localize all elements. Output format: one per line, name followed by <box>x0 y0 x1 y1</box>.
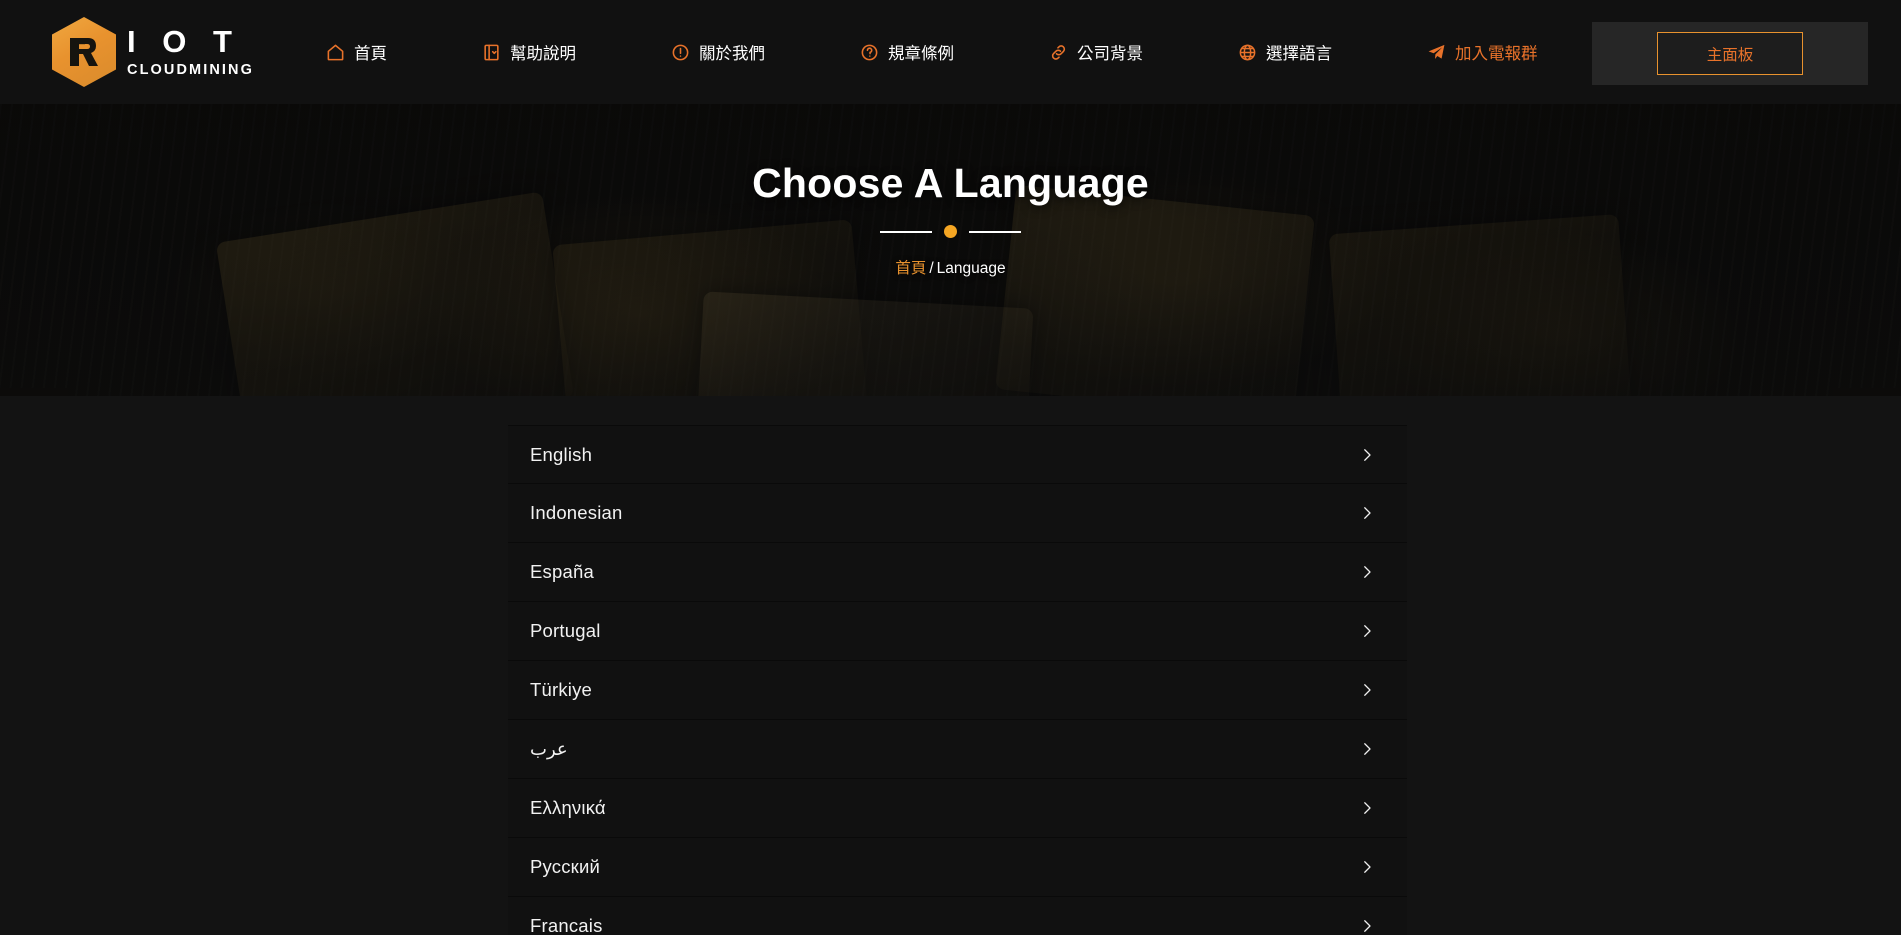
language-list-item[interactable]: Türkiye <box>508 661 1407 720</box>
chevron-right-icon <box>1358 446 1376 464</box>
breadcrumb-current: Language <box>937 260 1006 277</box>
brand-tagline: CLOUDMINING <box>127 63 254 78</box>
language-list-item[interactable]: Ελληνικά <box>508 779 1407 838</box>
brand-logo-link[interactable]: I O T CLOUDMINING <box>52 0 254 104</box>
chevron-right-icon <box>1358 799 1376 817</box>
main-content: English Indonesian España Portugal Türkiye عر… <box>0 396 1901 935</box>
breadcrumb: 首頁/Language <box>895 256 1005 278</box>
chevron-right-icon <box>1358 504 1376 522</box>
chevron-right-icon <box>1358 917 1376 935</box>
hero-banner: Choose A Language 首頁/Language <box>0 104 1901 396</box>
nav-item-rules[interactable]: 規章條例 <box>850 40 964 64</box>
language-name: Portugal <box>530 620 601 642</box>
chevron-right-icon <box>1358 681 1376 699</box>
globe-icon <box>1238 43 1257 62</box>
language-list-item[interactable]: Indonesian <box>508 484 1407 543</box>
help-document-icon <box>482 43 501 62</box>
breadcrumb-separator: / <box>926 260 936 277</box>
language-name: España <box>530 561 594 583</box>
language-name: Русский <box>530 856 600 878</box>
info-circle-icon <box>671 43 690 62</box>
language-name: Ελληνικά <box>530 797 606 819</box>
chevron-right-icon <box>1358 740 1376 758</box>
page-title: Choose A Language <box>752 160 1149 207</box>
brand-name: I O T <box>127 26 254 57</box>
language-name: عرب <box>530 739 568 760</box>
question-circle-icon <box>860 43 879 62</box>
nav-item-home[interactable]: 首頁 <box>316 40 397 64</box>
language-list-item[interactable]: Francais <box>508 897 1407 935</box>
dashboard-button[interactable]: 主面板 <box>1657 32 1803 75</box>
hero-notch-left <box>0 388 68 396</box>
link-chain-icon <box>1049 43 1068 62</box>
breadcrumb-home-link[interactable]: 首頁 <box>895 260 926 277</box>
nav-item-company-label: 公司背景 <box>1077 40 1143 64</box>
nav-item-help-label: 幫助說明 <box>510 40 576 64</box>
nav-links: 首頁 幫助說明 <box>316 0 1548 104</box>
nav-item-company[interactable]: 公司背景 <box>1039 40 1153 64</box>
dashboard-button-panel: 主面板 <box>1592 22 1868 85</box>
language-list: English Indonesian España Portugal Türkiye عر… <box>508 425 1407 935</box>
nav-item-language[interactable]: 選擇語言 <box>1228 40 1342 64</box>
language-list-item[interactable]: Portugal <box>508 602 1407 661</box>
top-navigation-bar: I O T CLOUDMINING 首頁 <box>0 0 1901 104</box>
chevron-right-icon <box>1358 858 1376 876</box>
nav-item-telegram[interactable]: 加入電報群 <box>1417 40 1548 64</box>
language-list-item[interactable]: English <box>508 425 1407 484</box>
language-name: Indonesian <box>530 502 623 524</box>
nav-item-rules-label: 規章條例 <box>888 40 954 64</box>
nav-item-telegram-label: 加入電報群 <box>1455 40 1538 64</box>
nav-item-home-label: 首頁 <box>354 40 387 64</box>
dot-divider-icon <box>880 225 1021 238</box>
chevron-right-icon <box>1358 622 1376 640</box>
home-icon <box>326 43 345 62</box>
riot-hexagon-logo-icon <box>52 17 116 87</box>
language-name: English <box>530 444 592 466</box>
language-list-item[interactable]: España <box>508 543 1407 602</box>
page-root: I O T CLOUDMINING 首頁 <box>0 0 1901 935</box>
hero-notch-right <box>1833 388 1901 396</box>
language-list-item[interactable]: Русский <box>508 838 1407 897</box>
nav-item-about-label: 關於我們 <box>699 40 765 64</box>
nav-item-help[interactable]: 幫助說明 <box>472 40 586 64</box>
telegram-paper-plane-icon <box>1427 43 1446 62</box>
language-name: Francais <box>530 915 603 935</box>
language-list-item[interactable]: عرب <box>508 720 1407 779</box>
chevron-right-icon <box>1358 563 1376 581</box>
language-name: Türkiye <box>530 679 592 701</box>
nav-item-language-label: 選擇語言 <box>1266 40 1332 64</box>
nav-item-about[interactable]: 關於我們 <box>661 40 775 64</box>
